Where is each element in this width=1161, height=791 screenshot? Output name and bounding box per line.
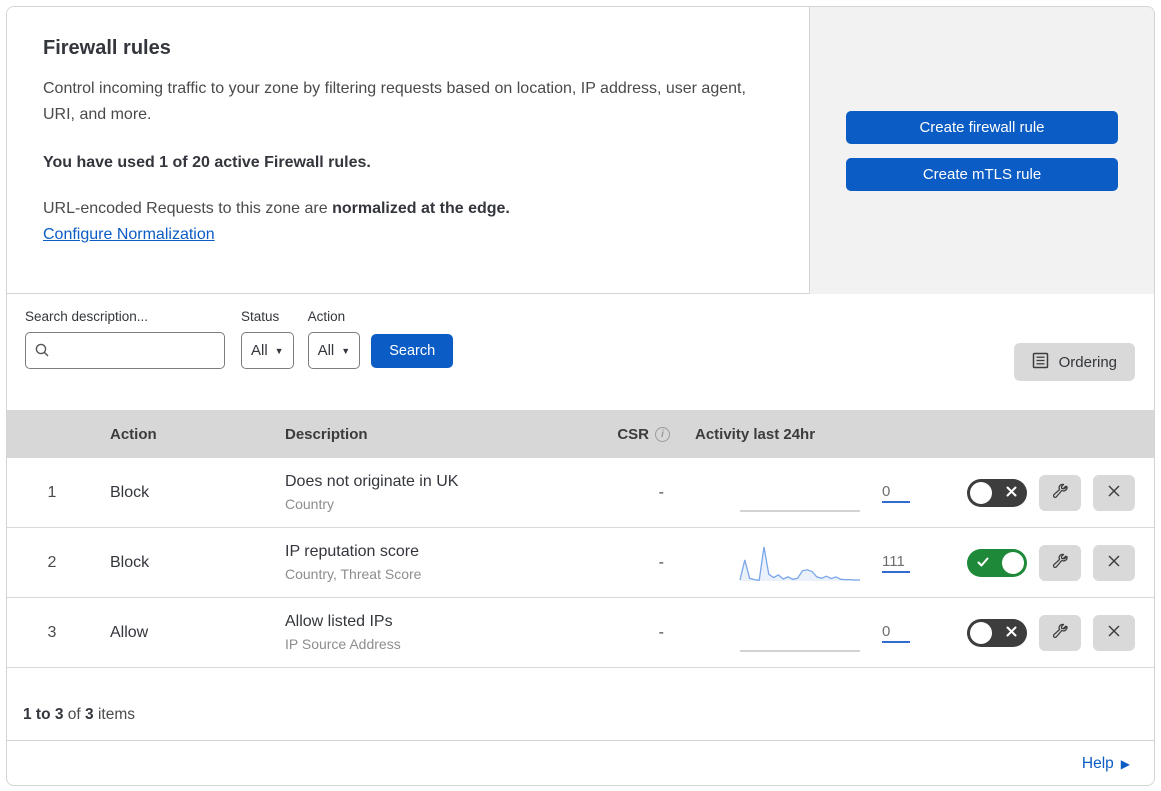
help-link[interactable]: Help — [1082, 755, 1114, 773]
wrench-icon — [1052, 483, 1069, 503]
rule-action: Allow — [110, 623, 149, 641]
activity-sparkline — [739, 546, 860, 581]
delete-rule-button[interactable] — [1093, 614, 1135, 651]
hero-text-panel: Firewall rules Control incoming traffic … — [7, 7, 810, 294]
table-row: 2 Block IP reputation score Country, Thr… — [7, 528, 1154, 598]
rule-action: Block — [110, 553, 150, 571]
list-document-icon — [1032, 352, 1049, 373]
rule-enabled-toggle[interactable] — [967, 618, 1027, 647]
edit-rule-button[interactable] — [1039, 474, 1081, 511]
rule-priority: 1 — [47, 483, 57, 501]
rule-fields: Country, Threat Score — [285, 566, 422, 582]
rule-enabled-toggle[interactable] — [967, 478, 1027, 507]
column-header-action: Action — [110, 425, 157, 443]
chevron-down-icon: ▼ — [341, 345, 351, 356]
delete-rule-button[interactable] — [1093, 474, 1135, 511]
create-firewall-rule-button[interactable]: Create firewall rule — [846, 110, 1118, 144]
info-icon[interactable]: i — [655, 426, 670, 442]
rule-csr-value: - — [658, 553, 664, 571]
wrench-icon — [1052, 553, 1069, 573]
search-button[interactable]: Search — [371, 334, 454, 368]
close-icon — [1106, 483, 1122, 502]
arrow-right-icon[interactable]: ▶ — [1121, 757, 1130, 771]
toggle-state-icon — [976, 555, 990, 574]
of-text: of — [63, 706, 86, 723]
search-icon — [34, 342, 50, 363]
create-mtls-rule-button[interactable]: Create mTLS rule — [846, 157, 1118, 191]
csr-header-label: CSR — [617, 425, 649, 443]
table-row: 1 Block Does not originate in UK Country… — [7, 458, 1154, 528]
rule-priority: 3 — [47, 623, 57, 641]
wrench-icon — [1052, 623, 1069, 643]
rule-description: Allow listed IPs — [285, 613, 393, 630]
range-text: 1 to 3 — [23, 706, 64, 723]
normalization-prefix: URL-encoded Requests to this zone are — [43, 199, 333, 217]
rule-description: IP reputation score — [285, 543, 420, 560]
hero-section: Firewall rules Control incoming traffic … — [7, 7, 1154, 294]
toggle-state-icon — [1005, 625, 1018, 643]
rule-fields: IP Source Address — [285, 636, 401, 652]
rule-csr-value: - — [658, 483, 664, 501]
status-dropdown-value: All — [251, 342, 268, 359]
status-dropdown[interactable]: All ▼ — [241, 332, 294, 369]
column-header-activity: Activity last 24hr — [695, 425, 816, 443]
rule-fields: Country — [285, 496, 335, 512]
items-text: items — [93, 706, 135, 723]
activity-sparkline — [740, 509, 860, 512]
search-input[interactable] — [25, 332, 225, 369]
toggle-knob — [970, 621, 992, 644]
close-icon — [1106, 623, 1122, 642]
delete-rule-button[interactable] — [1093, 544, 1135, 581]
normalization-note: URL-encoded Requests to this zone are no… — [43, 200, 773, 218]
edit-rule-button[interactable] — [1039, 614, 1081, 651]
configure-normalization-link[interactable]: Configure Normalization — [43, 226, 215, 244]
toggle-state-icon — [1005, 485, 1018, 503]
firewall-rules-card: Firewall rules Control incoming traffic … — [6, 6, 1155, 786]
toggle-knob — [1002, 551, 1024, 574]
action-dropdown[interactable]: All ▼ — [307, 332, 361, 369]
page-title: Firewall rules — [43, 37, 171, 59]
search-label: Search description... — [25, 309, 149, 324]
ordering-button[interactable]: Ordering — [1013, 343, 1135, 381]
action-dropdown-value: All — [317, 342, 335, 359]
edit-rule-button[interactable] — [1039, 544, 1081, 581]
chevron-down-icon: ▼ — [274, 345, 284, 356]
help-bar: Help ▶ — [7, 740, 1154, 785]
rule-csr-value: - — [658, 623, 664, 641]
usage-note: You have used 1 of 20 active Firewall ru… — [43, 153, 371, 171]
toggle-knob — [970, 481, 992, 504]
column-header-description: Description — [285, 425, 368, 443]
activity-sparkline — [740, 649, 860, 652]
action-label: Action — [307, 309, 346, 324]
rule-priority: 2 — [47, 553, 57, 571]
pagination-summary: 1 to 3 of 3 items — [7, 668, 1154, 740]
activity-count-link[interactable]: 111 — [882, 553, 910, 573]
column-header-csr: CSR i — [604, 426, 682, 443]
hero-actions-panel: Create firewall rule Create mTLS rule — [810, 7, 1154, 294]
close-icon — [1106, 553, 1122, 572]
page-description: Control incoming traffic to your zone by… — [43, 80, 746, 123]
total-count: 3 — [85, 706, 94, 723]
rule-description: Does not originate in UK — [285, 473, 459, 490]
rule-enabled-toggle[interactable] — [967, 548, 1027, 577]
filter-bar: Search description... Status All ▼ Actio… — [7, 294, 1154, 410]
table-header: Action Description CSR i Activity last 2… — [7, 410, 1154, 458]
activity-count-link[interactable]: 0 — [882, 483, 910, 503]
status-label: Status — [241, 309, 280, 324]
ordering-button-label: Ordering — [1058, 353, 1117, 371]
table-row: 3 Allow Allow listed IPs IP Source Addre… — [7, 598, 1154, 668]
rule-action: Block — [110, 483, 150, 501]
normalization-bold: normalized at the edge. — [332, 199, 510, 217]
activity-count-link[interactable]: 0 — [882, 623, 910, 643]
